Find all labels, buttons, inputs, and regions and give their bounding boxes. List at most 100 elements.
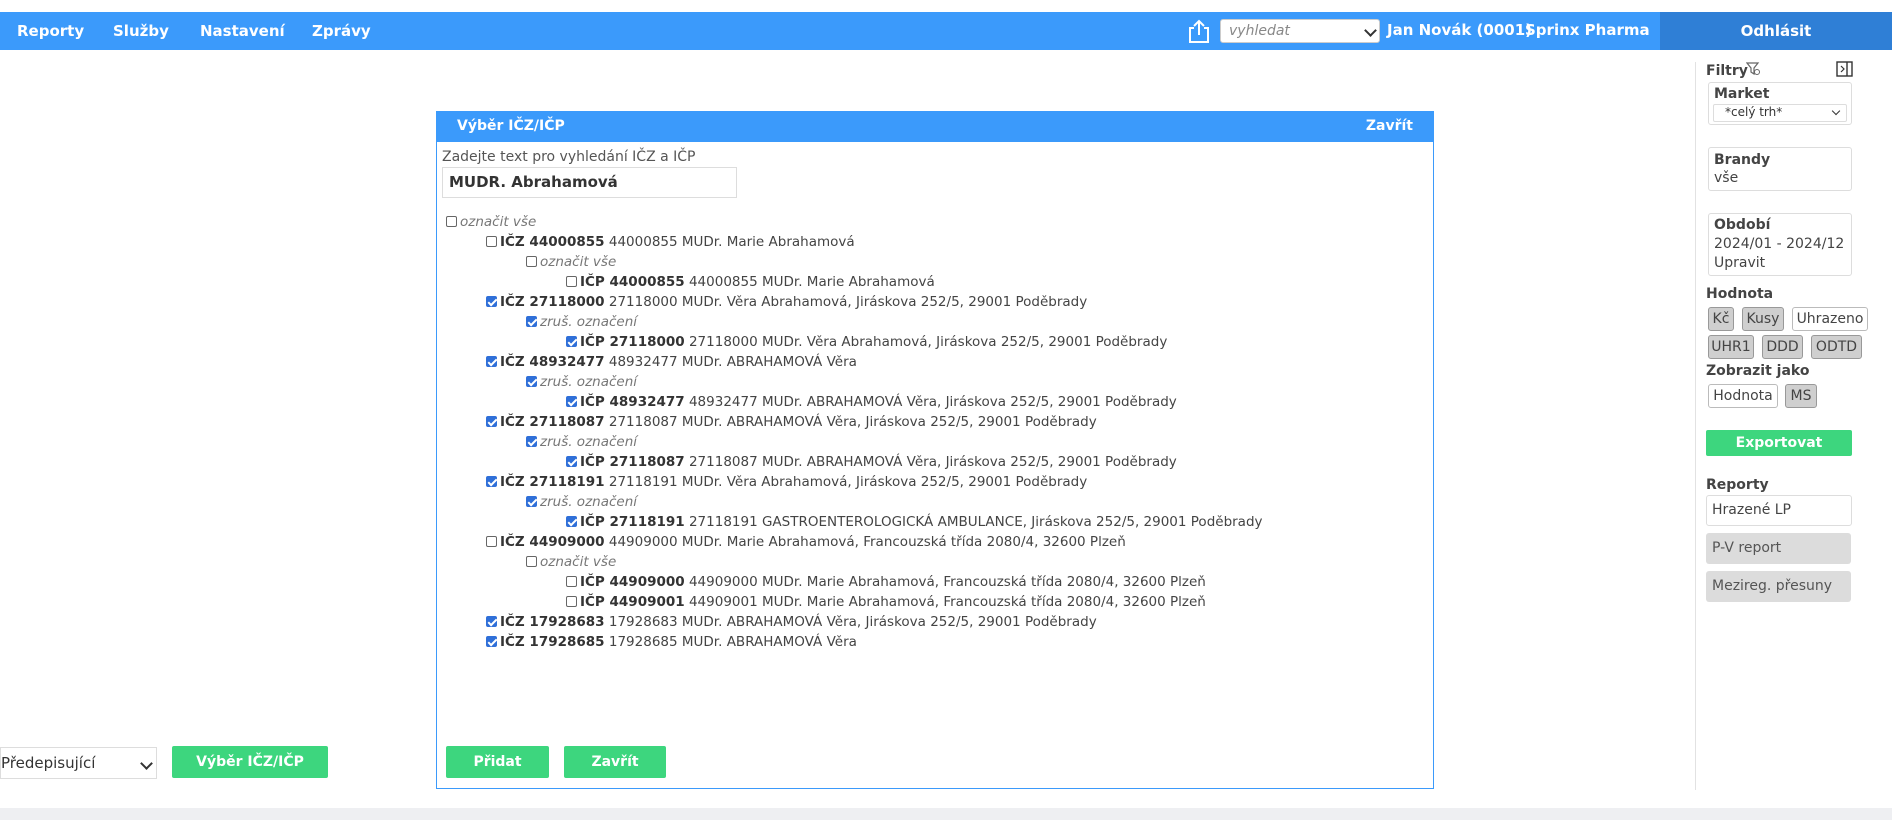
user-name: Jan Novák (0001) (1387, 21, 1533, 39)
tree-item-row[interactable]: IČZ 27118000 27118000 MUDr. Věra Abraham… (486, 292, 1087, 312)
tree-item-row[interactable]: IČZ 48932477 48932477 MUDr. ABRAHAMOVÁ V… (486, 352, 857, 372)
tree-item-checkbox[interactable] (486, 356, 497, 367)
nav-zpravy[interactable]: Zprávy (312, 12, 371, 50)
report-mezireg-presuny[interactable]: Mezireg. přesuny (1706, 571, 1851, 602)
tree-toggle-label: zruš. označení (540, 434, 638, 450)
tree-item-row[interactable]: IČP 44909000 44909000 MUDr. Marie Abraha… (566, 572, 1206, 592)
tree-item-row[interactable]: IČZ 27118191 27118191 MUDr. Věra Abraham… (486, 472, 1087, 492)
tree-item-description: 27118087 MUDr. ABRAHAMOVÁ Věra, Jiráskov… (688, 454, 1177, 470)
filters-label: Filtry (1706, 63, 1748, 79)
tree-toggle-label: označit vše (540, 254, 617, 270)
icz-search-input[interactable]: MUDR. Abrahamová (442, 167, 737, 198)
tree-item-checkbox[interactable] (526, 376, 537, 387)
tree-toggle-row[interactable]: označit vše (526, 552, 616, 572)
tree-item-row[interactable]: IČP 27118087 27118087 MUDr. ABRAHAMOVÁ V… (566, 452, 1177, 472)
icz-selection-button[interactable]: Výběr IČZ/IČP (172, 746, 328, 778)
tree-item-row[interactable]: IČP 48932477 48932477 MUDr. ABRAHAMOVÁ V… (566, 392, 1177, 412)
search-placeholder: vyhledat (1229, 23, 1290, 39)
tree-item-checkbox[interactable] (566, 396, 577, 407)
tree-item-description: 44909000 MUDr. Marie Abrahamová, Francou… (608, 534, 1126, 550)
tree-toggle-row[interactable]: označit vše (526, 252, 616, 272)
share-export-icon[interactable] (1186, 18, 1212, 44)
export-button[interactable]: Exportovat (1706, 430, 1852, 456)
tree-item-row[interactable]: IČZ 17928683 17928683 MUDr. ABRAHAMOVÁ V… (486, 612, 1097, 632)
nav-sluzby[interactable]: Služby (113, 12, 169, 50)
tree-item-checkbox[interactable] (486, 416, 497, 427)
panel-collapse-icon[interactable] (1836, 61, 1853, 77)
tree-toggle-label: zruš. označení (540, 374, 638, 390)
tree-item-checkbox[interactable] (486, 296, 497, 307)
tree-item-code: IČP 27118191 (580, 514, 685, 530)
value-odtd-toggle[interactable]: ODTD (1811, 335, 1862, 359)
filter-clear-icon[interactable] (1746, 62, 1760, 76)
value-ddd-toggle[interactable]: DDD (1762, 335, 1803, 359)
tree-item-checkbox[interactable] (486, 476, 497, 487)
dialog-close-link[interactable]: Zavřít (1366, 118, 1413, 134)
tree-item-checkbox[interactable] (526, 256, 537, 267)
tree-item-code: IČZ 17928683 (500, 614, 605, 630)
nav-reporty[interactable]: Reporty (17, 12, 84, 50)
value-uhr1-toggle[interactable]: UHR1 (1708, 335, 1754, 359)
tree-item-checkbox[interactable] (486, 536, 497, 547)
tree-item-description: 17928683 MUDr. ABRAHAMOVÁ Věra, Jiráskov… (608, 614, 1097, 630)
select-all-row[interactable]: označit vše (446, 212, 536, 232)
tree-toggle-label: zruš. označení (540, 314, 638, 330)
tree-item-row[interactable]: IČP 44000855 44000855 MUDr. Marie Abraha… (566, 272, 935, 292)
brands-value: vše (1714, 170, 1739, 186)
prescriber-select[interactable]: Předepisující (0, 747, 157, 779)
tree-item-row[interactable]: IČZ 44000855 44000855 MUDr. Marie Abraha… (486, 232, 855, 252)
period-value: 2024/01 - 2024/12 (1714, 236, 1845, 252)
tree-item-checkbox[interactable] (566, 276, 577, 287)
report-hrazene-lp-label: Hrazené LP (1712, 502, 1792, 518)
tree-item-checkbox[interactable] (526, 436, 537, 447)
report-pv[interactable]: P-V report (1706, 533, 1851, 564)
value-kc-toggle[interactable]: Kč (1708, 307, 1734, 331)
tree-item-code: IČZ 44909000 (500, 534, 605, 550)
tree-item-row[interactable]: IČZ 44909000 44909000 MUDr. Marie Abraha… (486, 532, 1126, 552)
logout-button[interactable]: Odhlásit (1660, 12, 1892, 50)
tree-toggle-row[interactable]: zruš. označení (526, 372, 637, 392)
tree-item-row[interactable]: IČP 27118000 27118000 MUDr. Věra Abraham… (566, 332, 1167, 352)
tree-item-checkbox[interactable] (526, 556, 537, 567)
tree-item-checkbox[interactable] (486, 636, 497, 647)
close-button[interactable]: Zavřít (564, 746, 666, 778)
market-select-value: *celý trh* (1725, 105, 1783, 119)
tree-toggle-row[interactable]: zruš. označení (526, 312, 637, 332)
tree-item-checkbox[interactable] (526, 316, 537, 327)
tree-item-checkbox[interactable] (486, 236, 497, 247)
bottom-scroll-bar[interactable] (0, 808, 1892, 820)
tree-item-checkbox[interactable] (526, 496, 537, 507)
select-all-checkbox[interactable] (446, 216, 457, 227)
nav-nastaveni[interactable]: Nastavení (200, 12, 285, 50)
market-select[interactable]: *celý trh* (1713, 104, 1847, 122)
search-select[interactable]: vyhledat (1220, 19, 1380, 43)
tree-toggle-label: zruš. označení (540, 494, 638, 510)
tree-item-checkbox[interactable] (566, 456, 577, 467)
tree-item-row[interactable]: IČP 27118191 27118191 GASTROENTEROLOGICK… (566, 512, 1263, 532)
tree-item-row[interactable]: IČZ 17928685 17928685 MUDr. ABRAHAMOVÁ V… (486, 632, 857, 652)
tree-item-row[interactable]: IČZ 27118087 27118087 MUDr. ABRAHAMOVÁ V… (486, 412, 1097, 432)
prescriber-select-value: Předepisující (1, 754, 96, 772)
display-ms-toggle[interactable]: MS (1785, 384, 1817, 408)
tree-item-code: IČP 27118087 (580, 454, 685, 470)
value-uhrazeno-toggle[interactable]: Uhrazeno (1792, 307, 1868, 331)
tree-item-row[interactable]: IČP 44909001 44909001 MUDr. Marie Abraha… (566, 592, 1206, 612)
report-hrazene-lp[interactable]: Hrazené LP (1706, 495, 1852, 526)
tree-item-checkbox[interactable] (566, 576, 577, 587)
brands-filter[interactable]: Brandy vše (1708, 147, 1852, 191)
search-label: Zadejte text pro vyhledání IČZ a IČP (442, 149, 696, 165)
tree-item-description: 48932477 MUDr. ABRAHAMOVÁ Věra, Jiráskov… (688, 394, 1177, 410)
value-kusy-toggle[interactable]: Kusy (1742, 307, 1784, 331)
tree-item-checkbox[interactable] (486, 616, 497, 627)
top-navigation-bar: Reporty Služby Nastavení Zprávy vyhledat… (0, 12, 1892, 50)
tree-toggle-row[interactable]: zruš. označení (526, 492, 637, 512)
tree-item-checkbox[interactable] (566, 336, 577, 347)
tree-item-checkbox[interactable] (566, 516, 577, 527)
tree-item-checkbox[interactable] (566, 596, 577, 607)
display-value-toggle[interactable]: Hodnota (1708, 384, 1778, 408)
period-edit-link[interactable]: Upravit (1714, 255, 1765, 271)
tree-toggle-row[interactable]: zruš. označení (526, 432, 637, 452)
tree-item-code: IČZ 27118191 (500, 474, 605, 490)
add-button[interactable]: Přidat (446, 746, 549, 778)
market-filter: Market *celý trh* (1708, 82, 1852, 125)
